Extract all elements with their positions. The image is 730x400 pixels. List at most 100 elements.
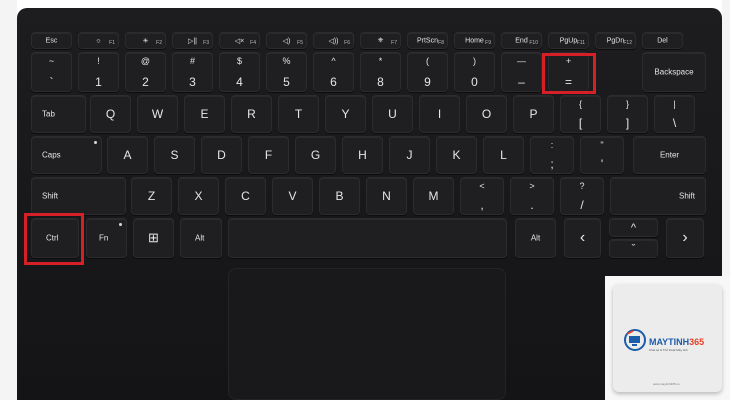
key-d-label: D bbox=[217, 148, 226, 162]
key-g[interactable]: G bbox=[295, 136, 336, 174]
alt-left-key[interactable]: Alt bbox=[180, 218, 222, 258]
watermark-site: www.maytinh365.vn bbox=[653, 382, 680, 386]
num-key-7[interactable]: * 8 bbox=[360, 52, 401, 92]
fn-key-3[interactable]: ▷|| F3 bbox=[172, 32, 213, 49]
key-q[interactable]: Q bbox=[90, 95, 131, 133]
shift-right-key[interactable]: Shift bbox=[610, 177, 706, 215]
key-n[interactable]: N bbox=[366, 177, 407, 215]
key-v[interactable]: V bbox=[272, 177, 313, 215]
enter-key[interactable]: Enter bbox=[633, 136, 706, 174]
num-key-1[interactable]: ! 1 bbox=[78, 52, 119, 92]
key-u-label: U bbox=[388, 107, 397, 121]
caps-label: Caps bbox=[42, 150, 61, 160]
key-w[interactable]: W bbox=[137, 95, 178, 133]
backspace-key[interactable]: Backspace bbox=[642, 52, 706, 92]
fn-key-13[interactable]: Del bbox=[642, 32, 683, 49]
spacebar[interactable] bbox=[228, 218, 507, 258]
key-w-label: W bbox=[151, 107, 164, 121]
key-c[interactable]: C bbox=[225, 177, 266, 215]
key-y[interactable]: Y bbox=[325, 95, 366, 133]
shift-right-label: Shift bbox=[678, 191, 695, 201]
num-key-0-bottom: ` bbox=[49, 75, 54, 89]
key-g-label: G bbox=[310, 148, 321, 162]
fn-key-12[interactable]: PgDn F12 bbox=[595, 32, 636, 49]
arrow-left-icon: ‹ bbox=[579, 229, 586, 246]
key-s[interactable]: S bbox=[154, 136, 195, 174]
fn-key-0[interactable]: Esc bbox=[31, 32, 72, 49]
windows-key[interactable]: ⊞ bbox=[133, 218, 174, 258]
z-row-punct-1[interactable]: <, bbox=[460, 177, 504, 215]
fn-key-1-sub: F1 bbox=[109, 40, 115, 46]
key-d[interactable]: D bbox=[201, 136, 242, 174]
num-key-0[interactable]: ~ ` bbox=[31, 52, 72, 92]
num-key-2[interactable]: @2 bbox=[125, 52, 166, 92]
fn-key[interactable]: Fn bbox=[86, 218, 127, 258]
key-m[interactable]: M bbox=[413, 177, 454, 215]
num-key-4-top: $ bbox=[236, 56, 242, 66]
watermark-brand: MAYTINH365 bbox=[649, 337, 704, 347]
fn-key-4[interactable]: ◁× F4 bbox=[219, 32, 260, 49]
a-row-punct-2[interactable]: " ' bbox=[580, 136, 624, 174]
shift-left-key[interactable]: Shift bbox=[31, 177, 126, 215]
key-o[interactable]: O bbox=[466, 95, 507, 133]
num-key-3[interactable]: #3 bbox=[172, 52, 213, 92]
key-e-label: E bbox=[200, 107, 209, 121]
z-row-punct-3[interactable]: ? / bbox=[560, 177, 604, 215]
a-row-punct-1[interactable]: :; bbox=[530, 136, 574, 174]
fn-key-9[interactable]: Home F9 bbox=[454, 32, 495, 49]
key-n-label: N bbox=[382, 189, 391, 203]
fn-key-8[interactable]: PrtScn F8 bbox=[407, 32, 448, 49]
num-key-0-top: ~ bbox=[48, 56, 55, 66]
fn-key-5[interactable]: ◁) F5 bbox=[266, 32, 307, 49]
arrow-right-key[interactable]: › bbox=[666, 218, 704, 258]
num-key-4[interactable]: $4 bbox=[219, 52, 260, 92]
fn-key-6[interactable]: ◁)) F6 bbox=[313, 32, 354, 49]
minus-key-highlight bbox=[542, 53, 596, 94]
fn-key-1[interactable]: ☼ F1 bbox=[78, 32, 119, 49]
key-r[interactable]: R bbox=[231, 95, 272, 133]
key-l[interactable]: L bbox=[483, 136, 524, 174]
num-key-4-bottom: 4 bbox=[236, 75, 243, 89]
background-edge-left bbox=[0, 0, 17, 400]
fn-key-10[interactable]: End F10 bbox=[501, 32, 542, 49]
arrow-left-key[interactable]: ‹ bbox=[564, 218, 601, 258]
key-p[interactable]: P bbox=[513, 95, 554, 133]
num-key-1-bottom: 1 bbox=[95, 75, 102, 89]
num-key-9-bottom: 0 bbox=[471, 75, 478, 89]
num-key-10[interactable]: — – bbox=[501, 52, 542, 92]
key-z[interactable]: Z bbox=[131, 177, 172, 215]
key-h[interactable]: H bbox=[342, 136, 383, 174]
key-j[interactable]: J bbox=[389, 136, 430, 174]
key-b[interactable]: B bbox=[319, 177, 360, 215]
tab-key[interactable]: Tab bbox=[31, 95, 86, 133]
num-key-5[interactable]: % 5 bbox=[266, 52, 307, 92]
fn-key-11[interactable]: PgUp F11 bbox=[548, 32, 589, 49]
q-row-punct-1[interactable]: {[ bbox=[560, 95, 601, 133]
key-x[interactable]: X bbox=[178, 177, 219, 215]
fn-key-7[interactable]: ⎈ F7 bbox=[360, 32, 401, 49]
num-key-3-top: # bbox=[189, 56, 195, 66]
touchpad[interactable] bbox=[228, 268, 506, 400]
key-u[interactable]: U bbox=[372, 95, 413, 133]
key-f[interactable]: F bbox=[248, 136, 289, 174]
num-key-6[interactable]: ^ 6 bbox=[313, 52, 354, 92]
fn-key-2[interactable]: ☀ F2 bbox=[125, 32, 166, 49]
caps-key[interactable]: Caps bbox=[31, 136, 102, 174]
q-row-punct-3[interactable]: | \ bbox=[654, 95, 695, 133]
arrow-down-key[interactable]: ˇ bbox=[609, 239, 658, 258]
key-t[interactable]: T bbox=[278, 95, 319, 133]
key-i[interactable]: I bbox=[419, 95, 460, 133]
z-row-punct-2[interactable]: >. bbox=[510, 177, 554, 215]
num-key-8[interactable]: (9 bbox=[407, 52, 448, 92]
fn-key-12-sub: F12 bbox=[623, 40, 632, 46]
num-key-9[interactable]: ) 0 bbox=[454, 52, 495, 92]
key-k[interactable]: K bbox=[436, 136, 477, 174]
alt-right-key[interactable]: Alt bbox=[515, 218, 556, 258]
fn-indicator bbox=[119, 223, 122, 226]
key-k-label: K bbox=[452, 148, 461, 162]
key-e[interactable]: E bbox=[184, 95, 225, 133]
key-x-label: X bbox=[194, 189, 203, 203]
arrow-up-key[interactable]: ^ bbox=[609, 218, 658, 237]
q-row-punct-2[interactable]: }] bbox=[607, 95, 648, 133]
key-a[interactable]: A bbox=[107, 136, 148, 174]
